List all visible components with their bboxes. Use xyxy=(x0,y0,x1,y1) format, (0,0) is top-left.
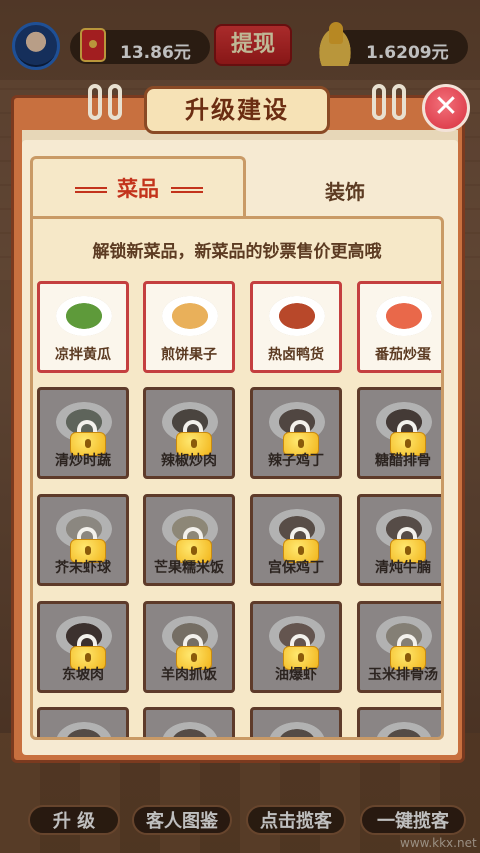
dish-image xyxy=(162,722,218,737)
dish-name: 宫保鸡丁 xyxy=(268,560,324,576)
dish-image xyxy=(269,296,325,336)
modal-title: 升级建设 xyxy=(144,86,330,134)
tab-dishes-label: 菜品 xyxy=(117,177,159,201)
dish-card[interactable]: 羊肉抓饭 xyxy=(143,601,235,693)
dish-card[interactable] xyxy=(143,707,235,737)
dish-card[interactable]: 清炒时蔬 xyxy=(37,387,129,479)
dish-image xyxy=(162,296,218,336)
dish-card[interactable]: 东坡肉 xyxy=(37,601,129,693)
dish-card[interactable]: 芒果糯米饭 xyxy=(143,494,235,586)
padlock-icon xyxy=(283,527,319,563)
padlock-icon xyxy=(176,634,212,670)
padlock-icon xyxy=(176,420,212,456)
dish-card[interactable]: 煎饼果子 xyxy=(143,281,235,373)
dish-name: 辣椒炒肉 xyxy=(161,453,217,469)
tab-dishes[interactable]: 菜品 xyxy=(30,156,246,218)
dish-card[interactable]: 清炖牛腩 xyxy=(357,494,441,586)
padlock-icon xyxy=(390,634,426,670)
dish-name: 番茄炒蛋 xyxy=(375,347,431,363)
padlock-icon xyxy=(70,420,106,456)
binder-ring-icon xyxy=(372,84,386,120)
dish-card[interactable]: 玉米排骨汤 xyxy=(357,601,441,693)
dishes-panel: 解锁新菜品，新菜品的钞票售价更高哦 凉拌黄瓜 煎饼果子 热卤鸭货 番茄炒蛋清炒时蔬 辣椒… xyxy=(30,216,444,740)
tab-decoration xyxy=(171,185,203,193)
dish-card[interactable]: 凉拌黄瓜 xyxy=(37,281,129,373)
dish-card[interactable]: 芥末虾球 xyxy=(37,494,129,586)
padlock-icon xyxy=(283,420,319,456)
dish-name: 东坡肉 xyxy=(62,667,104,683)
dish-image xyxy=(376,296,432,336)
dish-name: 油爆虾 xyxy=(275,667,317,683)
dish-card[interactable]: 辣椒炒肉 xyxy=(143,387,235,479)
dish-image xyxy=(56,722,112,737)
tab-decorations-label: 装饰 xyxy=(325,180,365,204)
dish-image xyxy=(56,296,112,336)
dish-card[interactable] xyxy=(250,707,342,737)
dish-name: 玉米排骨汤 xyxy=(368,667,438,683)
dish-card[interactable]: 油爆虾 xyxy=(250,601,342,693)
dish-name: 糖醋排骨 xyxy=(375,453,431,469)
binder-ring-icon xyxy=(88,84,102,120)
dish-name: 芥末虾球 xyxy=(55,560,111,576)
dish-name: 清炒时蔬 xyxy=(55,453,111,469)
dish-card[interactable]: 热卤鸭货 xyxy=(250,281,342,373)
dish-card[interactable]: 宫保鸡丁 xyxy=(250,494,342,586)
dish-card[interactable]: 糖醋排骨 xyxy=(357,387,441,479)
binder-ring-icon xyxy=(392,84,406,120)
dish-name: 凉拌黄瓜 xyxy=(55,347,111,363)
dish-card[interactable]: 辣子鸡丁 xyxy=(250,387,342,479)
padlock-icon xyxy=(390,420,426,456)
dish-card[interactable]: 番茄炒蛋 xyxy=(357,281,441,373)
padlock-icon xyxy=(390,527,426,563)
dish-name: 辣子鸡丁 xyxy=(268,453,324,469)
unlock-hint: 解锁新菜品，新菜品的钞票售价更高哦 xyxy=(92,242,382,262)
dish-image xyxy=(376,722,432,737)
dish-card[interactable] xyxy=(37,707,129,737)
padlock-icon xyxy=(70,634,106,670)
dish-name: 羊肉抓饭 xyxy=(161,667,217,683)
dish-card[interactable] xyxy=(357,707,441,737)
tab-decorations[interactable]: 装饰 xyxy=(246,160,444,216)
binder-ring-icon xyxy=(108,84,122,120)
padlock-icon xyxy=(176,527,212,563)
padlock-icon xyxy=(70,527,106,563)
dish-name: 芒果糯米饭 xyxy=(154,560,224,576)
dish-name: 煎饼果子 xyxy=(161,347,217,363)
dish-name: 清炖牛腩 xyxy=(375,560,431,576)
close-icon[interactable]: ✕ xyxy=(422,84,470,132)
dish-image xyxy=(269,722,325,737)
padlock-icon xyxy=(283,634,319,670)
dish-name: 热卤鸭货 xyxy=(268,347,324,363)
